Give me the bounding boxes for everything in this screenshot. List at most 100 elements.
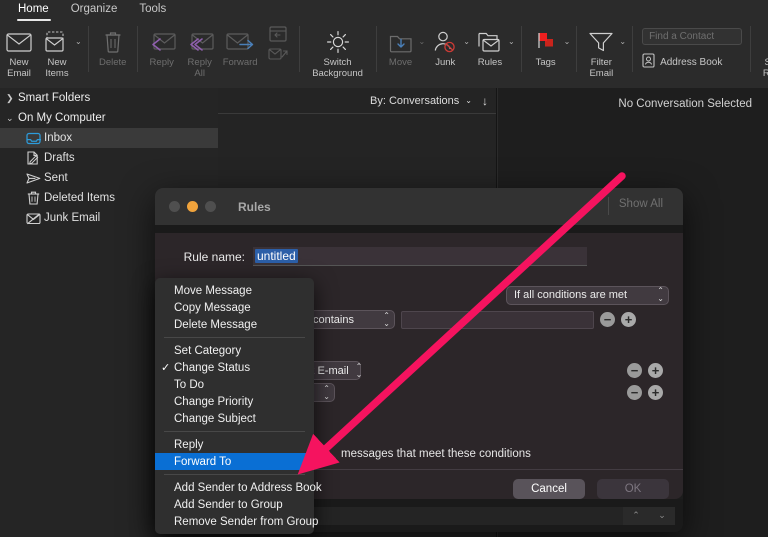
tab-tools[interactable]: Tools <box>129 0 178 19</box>
address-book-button[interactable]: Address Book <box>642 53 722 71</box>
sheet-buttons: Cancel OK <box>513 479 669 499</box>
chevron-down-icon[interactable]: ⌄ <box>564 37 571 46</box>
criterion-value-input[interactable] <box>401 311 594 329</box>
window-traffic-lights <box>169 201 216 212</box>
meeting-actions <box>262 24 294 65</box>
reply-button[interactable]: Reply <box>143 24 181 69</box>
criterion-operator-dropdown[interactable]: contains ⌃⌄ <box>305 310 395 329</box>
menu-item-change-priority[interactable]: Change Priority <box>155 393 314 410</box>
sidebar-item-label: Junk Email <box>44 212 100 224</box>
menu-item-set-category[interactable]: Set Category <box>155 342 314 359</box>
sidebar-item-sent[interactable]: Sent <box>0 168 218 188</box>
meeting-forward-icon[interactable] <box>268 47 288 65</box>
menu-item-forward-to[interactable]: Forward To <box>155 453 314 470</box>
chevron-down-icon[interactable]: ⌄ <box>6 113 18 124</box>
add-criterion-button[interactable]: + <box>621 312 636 327</box>
outlook-window: Home Organize Tools New Email <box>0 0 768 537</box>
sort-direction-icon[interactable]: ↓ <box>482 94 488 108</box>
menu-item-add-sender-to-group[interactable]: Add Sender to Group <box>155 496 314 513</box>
sidebar-item-inbox[interactable]: Inbox <box>0 128 218 148</box>
sidebar-item-on-my-computer[interactable]: ⌄ On My Computer <box>0 108 218 128</box>
stepper-icon: ⌃⌄ <box>356 363 363 379</box>
new-items-icon <box>44 27 70 57</box>
new-email-button[interactable]: New Email <box>0 24 38 79</box>
flag-icon <box>534 27 558 57</box>
chevron-down-icon[interactable]: ⌄ <box>508 37 515 46</box>
menu-item-reply[interactable]: Reply <box>155 436 314 453</box>
new-items-button[interactable]: New Items <box>38 24 76 79</box>
send-receive-button[interactable]: Send & Receive <box>756 24 768 79</box>
menu-item-label: Add Sender to Address Book <box>174 482 322 494</box>
minimize-button[interactable] <box>187 201 198 212</box>
move-rule-up-button[interactable]: ⌃ <box>623 507 649 525</box>
chevron-down-icon[interactable]: ⌄ <box>465 96 472 105</box>
checkmark-icon: ✓ <box>161 361 170 374</box>
close-button[interactable] <box>169 201 180 212</box>
reply-icon <box>148 27 176 57</box>
sidebar-item-label: Smart Folders <box>18 92 90 104</box>
rule-name-input[interactable]: untitled <box>253 247 587 266</box>
menu-item-label: Reply <box>174 439 203 451</box>
rules-window-titlebar: Rules Show All <box>155 188 683 225</box>
delete-button[interactable]: Delete <box>94 24 132 69</box>
tags-button[interactable]: Tags <box>527 24 565 69</box>
reply-all-button[interactable]: Reply All <box>181 24 219 79</box>
menu-separator <box>164 474 305 475</box>
ribbon-divider <box>750 26 751 72</box>
remove-action-button[interactable]: − <box>627 385 642 400</box>
remove-action-button[interactable]: − <box>627 363 642 378</box>
sort-by-label[interactable]: By: Conversations <box>370 95 459 107</box>
add-action-button[interactable]: + <box>648 385 663 400</box>
tab-home[interactable]: Home <box>8 0 61 19</box>
menu-item-add-sender-to-address-book[interactable]: Add Sender to Address Book <box>155 479 314 496</box>
chevron-down-icon[interactable]: ⌄ <box>463 37 470 46</box>
move-button[interactable]: Move <box>382 24 420 69</box>
rules-button[interactable]: Rules <box>471 24 509 69</box>
menu-item-to-do[interactable]: To Do <box>155 376 314 393</box>
forward-button[interactable]: Forward <box>219 24 262 69</box>
remove-criterion-button[interactable]: − <box>600 312 615 327</box>
menu-item-remove-sender-from-group[interactable]: Remove Sender from Group <box>155 513 314 530</box>
cancel-button[interactable]: Cancel <box>513 479 585 499</box>
menu-item-change-subject[interactable]: Change Subject <box>155 410 314 427</box>
chevron-right-icon[interactable]: ❯ <box>6 93 18 104</box>
forward-icon <box>226 27 254 57</box>
ribbon-tabs: Home Organize Tools <box>0 0 768 22</box>
switch-background-button[interactable]: Switch Background <box>305 24 371 79</box>
tab-organize[interactable]: Organize <box>61 0 130 19</box>
menu-item-move-message[interactable]: Move Message <box>155 282 314 299</box>
rule-name-label: Rule name: <box>161 250 245 264</box>
filter-email-button[interactable]: Filter Email <box>582 24 620 79</box>
add-action-button[interactable]: + <box>648 363 663 378</box>
ribbon-divider <box>376 26 377 72</box>
message-list-header: By: Conversations ⌄ ↓ <box>218 88 496 114</box>
sidebar-item-smart-folders[interactable]: ❯ Smart Folders <box>0 88 218 108</box>
menu-item-delete-message[interactable]: Delete Message <box>155 316 314 333</box>
rule-action-menu: Move Message Copy Message Delete Message… <box>155 278 314 534</box>
then-description-text: messages that meet these conditions <box>341 448 531 460</box>
sidebar-item-drafts[interactable]: Drafts <box>0 148 218 168</box>
sent-icon <box>22 172 44 185</box>
find-contact-input[interactable]: Find a Contact <box>642 28 742 45</box>
zoom-button[interactable] <box>205 201 216 212</box>
ribbon-commands: New Email New Items ⌄ <box>0 24 768 86</box>
show-all-button[interactable]: Show All <box>611 196 671 212</box>
calendar-reply-icon[interactable] <box>269 25 287 47</box>
move-rule-down-button[interactable]: ⌄ <box>649 507 675 525</box>
sidebar-item-label: On My Computer <box>18 112 106 124</box>
ok-button[interactable]: OK <box>597 479 669 499</box>
conditions-mode-dropdown[interactable]: If all conditions are met ⌃⌄ <box>506 285 669 305</box>
criterion-row: contains ⌃⌄ − + <box>305 310 636 329</box>
drafts-icon <box>22 151 44 165</box>
forward-label: Forward <box>223 58 258 69</box>
menu-item-copy-message[interactable]: Copy Message <box>155 299 314 316</box>
rule-name-value: untitled <box>255 249 298 263</box>
ribbon-group-new: New Email New Items ⌄ <box>0 24 83 86</box>
chevron-down-icon[interactable]: ⌄ <box>419 37 426 46</box>
chevron-down-icon[interactable]: ⌄ <box>75 37 82 46</box>
new-items-label: New Items <box>45 58 68 79</box>
rules-window-title: Rules <box>238 200 271 214</box>
menu-item-change-status[interactable]: ✓ Change Status <box>155 359 314 376</box>
chevron-down-icon[interactable]: ⌄ <box>619 37 626 46</box>
junk-button[interactable]: Junk <box>426 24 464 69</box>
